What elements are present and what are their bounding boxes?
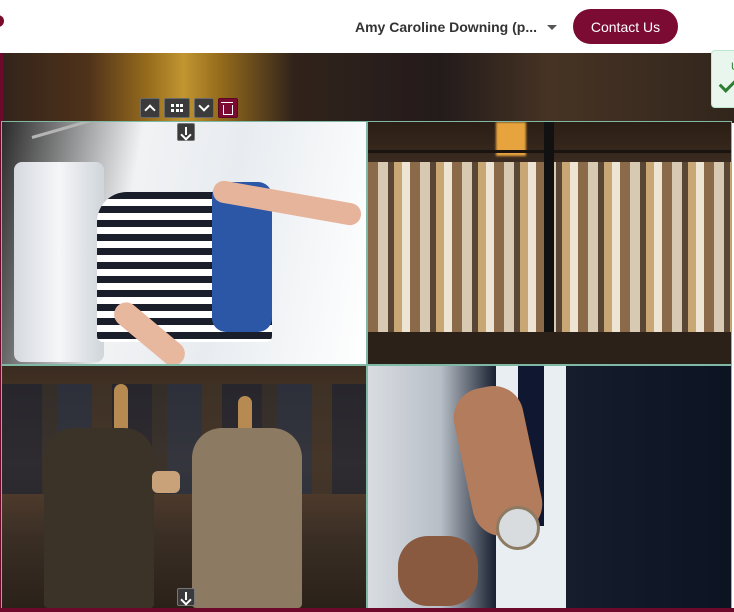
gallery-image-mannequins[interactable]	[1, 365, 367, 609]
move-down-arrow-button[interactable]	[177, 588, 195, 606]
mannequin-jacket-shape	[192, 428, 302, 608]
delete-block-button[interactable]	[218, 98, 238, 118]
site-header: Amy Caroline Downing (p... Contact Us	[0, 0, 734, 54]
pocket-square-shape	[152, 471, 180, 493]
gallery-image-tie-watch[interactable]	[367, 365, 732, 609]
caret-down-icon	[547, 24, 558, 30]
arrow-head	[180, 129, 192, 141]
hand-shape	[398, 536, 478, 606]
mannequin-neck-shape	[114, 384, 128, 434]
grid-icon	[171, 104, 183, 112]
header-banner-image	[0, 53, 734, 123]
shirts-shape	[14, 162, 104, 362]
grid-layout-button[interactable]	[164, 98, 190, 118]
gallery-image-clothing-rack[interactable]	[367, 121, 732, 365]
contact-us-button[interactable]: Contact Us	[573, 9, 678, 44]
trash-icon	[221, 101, 233, 115]
mannequin-jacket-shape	[44, 428, 154, 608]
gallery-image-shirts[interactable]	[1, 121, 367, 365]
arrow-head	[180, 594, 192, 606]
check-icon	[718, 75, 734, 93]
block-toolbar	[140, 98, 238, 118]
move-up-button[interactable]	[140, 98, 160, 118]
move-down-arrow-button[interactable]	[177, 123, 195, 141]
chevron-down-icon	[198, 100, 210, 112]
success-toast: U	[711, 50, 734, 108]
bottom-accent-bar	[0, 608, 734, 612]
brand-logo[interactable]	[0, 15, 4, 27]
rail-shape	[31, 122, 196, 139]
post-shape	[544, 122, 554, 364]
floor-shape	[368, 332, 731, 364]
chevron-up-icon	[144, 104, 156, 116]
watch-shape	[496, 506, 540, 550]
move-down-button[interactable]	[194, 98, 214, 118]
account-menu[interactable]: Amy Caroline Downing (p...	[355, 17, 558, 37]
account-name: Amy Caroline Downing (p...	[355, 19, 538, 35]
